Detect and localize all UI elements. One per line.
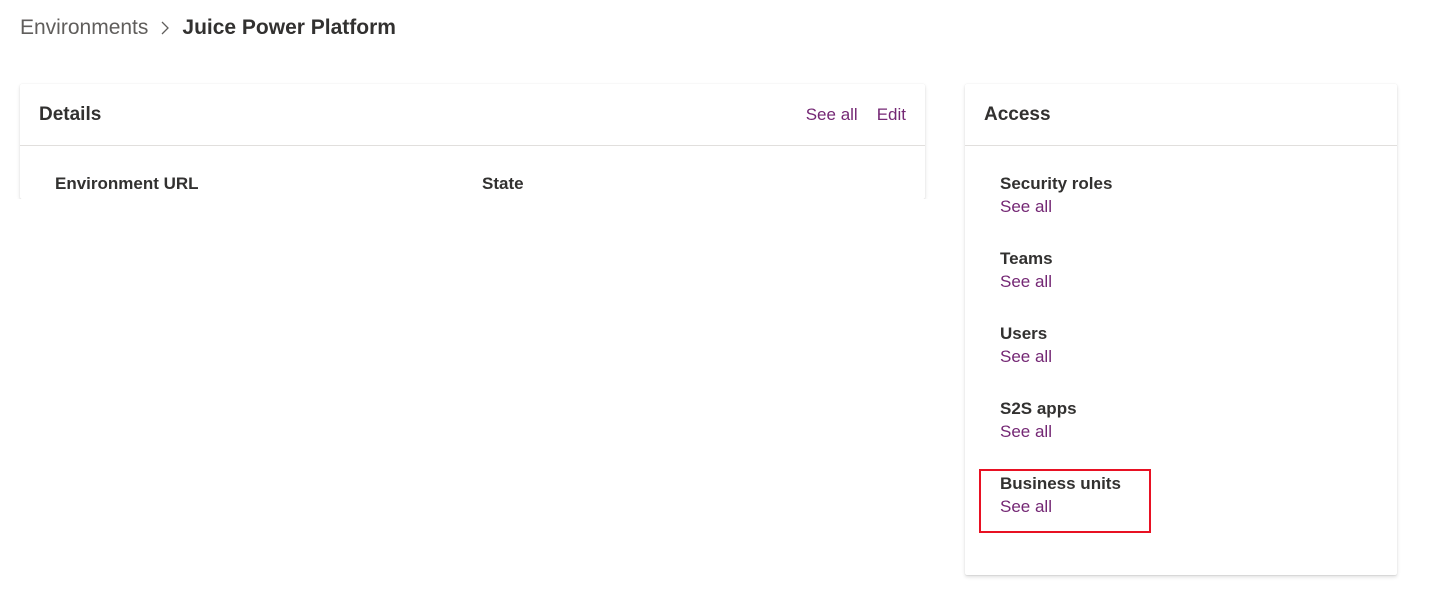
access-item-security-roles: Security roles See all xyxy=(1000,173,1112,219)
page-title: Juice Power Platform xyxy=(182,16,396,39)
details-card-header: Details See all Edit xyxy=(20,84,925,146)
details-content-area xyxy=(16,199,928,577)
users-label: Users xyxy=(1000,324,1048,343)
access-item-teams: Teams See all xyxy=(1000,248,1053,294)
state-label: State xyxy=(482,174,524,193)
breadcrumb: Environments Juice Power Platform xyxy=(20,13,396,43)
highlight-box xyxy=(979,469,1151,533)
access-item-users: Users See all xyxy=(1000,323,1052,369)
access-card-header: Access xyxy=(965,84,1397,146)
details-title: Details xyxy=(39,103,102,125)
details-see-all-link[interactable]: See all xyxy=(806,105,858,125)
chevron-right-icon xyxy=(160,20,170,36)
access-item-s2s-apps: S2S apps See all xyxy=(1000,398,1077,444)
teams-see-all-link[interactable]: See all xyxy=(1000,270,1053,294)
s2s-apps-see-all-link[interactable]: See all xyxy=(1000,420,1077,444)
users-see-all-link[interactable]: See all xyxy=(1000,345,1052,369)
details-actions: See all Edit xyxy=(806,105,906,125)
details-card: Details See all Edit Environment URL Sta… xyxy=(20,84,925,199)
s2s-apps-label: S2S apps xyxy=(1000,399,1077,418)
breadcrumb-environments-link[interactable]: Environments xyxy=(20,16,148,40)
security-roles-see-all-link[interactable]: See all xyxy=(1000,195,1112,219)
security-roles-label: Security roles xyxy=(1000,174,1113,193)
environment-url-label: Environment URL xyxy=(55,174,199,193)
details-edit-link[interactable]: Edit xyxy=(877,105,906,125)
details-fields: Environment URL State xyxy=(20,146,925,198)
access-title: Access xyxy=(984,103,1051,125)
teams-label: Teams xyxy=(1000,249,1053,268)
